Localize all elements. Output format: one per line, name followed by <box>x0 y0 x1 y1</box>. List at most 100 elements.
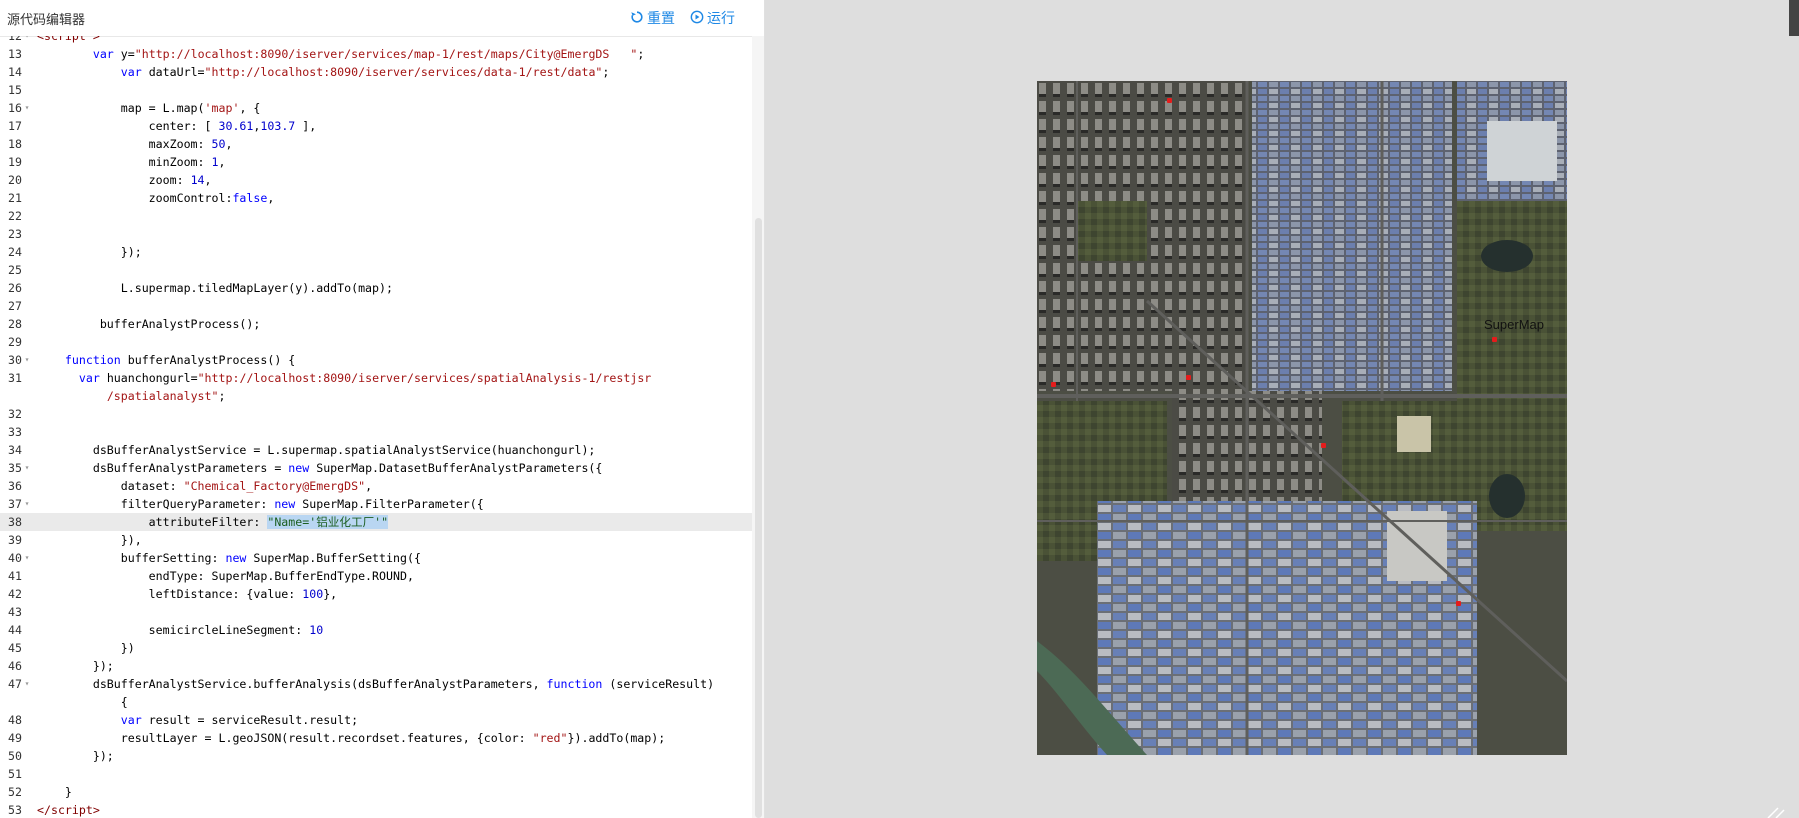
line-number: 44 <box>8 623 22 637</box>
editor-scrollbar-thumb[interactable] <box>755 218 762 818</box>
code-text: /spatialanalyst"; <box>106 389 226 403</box>
code-line[interactable]: 42 leftDistance: {value: 100}, <box>0 585 752 603</box>
code-line[interactable]: 33 <box>0 423 752 441</box>
code-line[interactable]: 39 }), <box>0 531 752 549</box>
line-number: 35 <box>8 461 22 475</box>
code-text: bufferAnalystProcess(); <box>37 317 261 331</box>
line-number: 21 <box>8 191 22 205</box>
line-number: 47 <box>8 677 22 691</box>
line-number: 31 <box>8 371 22 385</box>
code-line[interactable]: 41 endType: SuperMap.BufferEndType.ROUND… <box>0 567 752 585</box>
code-text: zoomControl:false, <box>37 191 275 205</box>
play-circle-icon <box>690 10 704 27</box>
code-line[interactable]: 46 }); <box>0 657 752 675</box>
code-line[interactable]: 50 }); <box>0 747 752 765</box>
code-line[interactable]: 27 <box>0 297 752 315</box>
code-line[interactable]: 53 </script> <box>0 801 752 818</box>
code-line[interactable]: 26 L.supermap.tiledMapLayer(y).addTo(map… <box>0 279 752 297</box>
code-line[interactable]: 28 bufferAnalystProcess(); <box>0 315 752 333</box>
code-line[interactable]: 44 semicircleLineSegment: 10 <box>0 621 752 639</box>
fold-toggle-icon[interactable]: ▾ <box>23 495 31 513</box>
code-line[interactable]: 15 <box>0 81 752 99</box>
line-number: 18 <box>8 137 22 151</box>
code-line[interactable]: 13 var y="http://localhost:8090/iserver/… <box>0 45 752 63</box>
code-line[interactable]: 52 } <box>0 783 752 801</box>
code-line[interactable]: 17 center: [ 30.61,103.7 ], <box>0 117 752 135</box>
code-line[interactable]: 43 <box>0 603 752 621</box>
line-number: 12 <box>8 36 22 43</box>
code-line[interactable]: 18 maxZoom: 50, <box>0 135 752 153</box>
factory-marker[interactable] <box>1321 443 1326 448</box>
code-text: dsBufferAnalystService = L.supermap.spat… <box>37 443 596 457</box>
code-line[interactable]: 38 attributeFilter: "Name='铝业化工厂'" <box>0 513 752 531</box>
code-line[interactable]: 20 zoom: 14, <box>0 171 752 189</box>
code-text: function bufferAnalystProcess() { <box>64 353 296 367</box>
editor-header: 源代码编辑器 重置 运行 <box>0 0 764 37</box>
fold-toggle-icon[interactable]: ▾ <box>23 549 31 567</box>
code-line[interactable]: 51 <box>0 765 752 783</box>
line-number: 40 <box>8 551 22 565</box>
code-line[interactable]: 47 ▾ dsBufferAnalystService.bufferAnalysi… <box>0 675 752 693</box>
line-number: 15 <box>8 83 22 97</box>
code-text: attributeFilter: "Name='铝业化工厂'" <box>37 515 389 529</box>
line-number: 32 <box>8 407 22 421</box>
code-line[interactable]: 12▾ <script > <box>0 36 752 45</box>
line-number: 37 <box>8 497 22 511</box>
code-line[interactable]: 37 ▾ filterQueryParameter: new SuperMap.F… <box>0 495 752 513</box>
code-text: zoom: 14, <box>37 173 212 187</box>
code-line[interactable]: 19 minZoom: 1, <box>0 153 752 171</box>
line-number: 26 <box>8 281 22 295</box>
code-line[interactable]: 36 dataset: "Chemical_Factory@EmergDS", <box>0 477 752 495</box>
line-number: 46 <box>8 659 22 673</box>
line-number: 16 <box>8 101 22 115</box>
map-view[interactable]: SuperMap <box>1037 81 1567 755</box>
run-button[interactable]: 运行 <box>690 8 735 28</box>
code-line[interactable]: 31 var huanchongurl="http://localhost:80… <box>0 369 752 387</box>
code-text: <script > <box>37 36 100 43</box>
code-line[interactable]: 16 ▾ map = L.map('map', { <box>0 99 752 117</box>
factory-marker[interactable] <box>1492 337 1497 342</box>
fold-toggle-icon[interactable]: ▾ <box>23 675 31 693</box>
code-text: endType: SuperMap.BufferEndType.ROUND, <box>37 569 414 583</box>
code-text: }) <box>37 641 135 655</box>
code-line[interactable]: 30 ▾ function bufferAnalystProcess() { <box>0 351 752 369</box>
code-line[interactable]: 32 <box>0 405 752 423</box>
line-number: 51 <box>8 767 22 781</box>
fold-toggle-icon[interactable]: ▾ <box>23 351 31 369</box>
reset-button[interactable]: 重置 <box>630 8 675 28</box>
factory-marker[interactable] <box>1167 98 1172 103</box>
code-line[interactable]: 21 zoomControl:false, <box>0 189 752 207</box>
line-number: 33 <box>8 425 22 439</box>
code-editor[interactable]: 12▾<script >13 var y="http://localhost:8… <box>0 36 752 818</box>
code-line[interactable]: 29 <box>0 333 752 351</box>
code-text: }); <box>37 659 114 673</box>
code-line[interactable]: 48 var result = serviceResult.result; <box>0 711 752 729</box>
editor-title: 源代码编辑器 <box>7 12 86 27</box>
fold-toggle-icon[interactable]: ▾ <box>23 36 31 45</box>
code-line[interactable]: 24 }); <box>0 243 752 261</box>
code-text: var huanchongurl="http://localhost:8090/… <box>78 371 652 385</box>
line-number: 38 <box>8 515 22 529</box>
code-line[interactable]: /spatialanalyst"; <box>0 387 752 405</box>
code-line[interactable]: 25 <box>0 261 752 279</box>
code-line[interactable]: 40 ▾ bufferSetting: new SuperMap.BufferSe… <box>0 549 752 567</box>
fold-toggle-icon[interactable]: ▾ <box>23 99 31 117</box>
code-line[interactable]: 22 <box>0 207 752 225</box>
panel-toggle-button[interactable] <box>1789 0 1799 36</box>
code-line[interactable]: 45 }) <box>0 639 752 657</box>
factory-marker[interactable] <box>1051 382 1056 387</box>
line-number: 20 <box>8 173 22 187</box>
code-text: </script> <box>37 803 100 817</box>
code-line[interactable]: { <box>0 693 752 711</box>
factory-marker[interactable] <box>1456 601 1461 606</box>
resize-handle-icon[interactable] <box>1764 804 1788 818</box>
code-line[interactable]: 23 <box>0 225 752 243</box>
factory-marker[interactable] <box>1186 375 1191 380</box>
code-line[interactable]: 49 resultLayer = L.geoJSON(result.record… <box>0 729 752 747</box>
code-line[interactable]: 35 ▾ dsBufferAnalystParameters = new Supe… <box>0 459 752 477</box>
fold-toggle-icon[interactable]: ▾ <box>23 459 31 477</box>
code-line[interactable]: 14 var dataUrl="http://localhost:8090/is… <box>0 63 752 81</box>
code-text: L.supermap.tiledMapLayer(y).addTo(map); <box>37 281 393 295</box>
line-number: 30 <box>8 353 22 367</box>
code-line[interactable]: 34 dsBufferAnalystService = L.supermap.s… <box>0 441 752 459</box>
